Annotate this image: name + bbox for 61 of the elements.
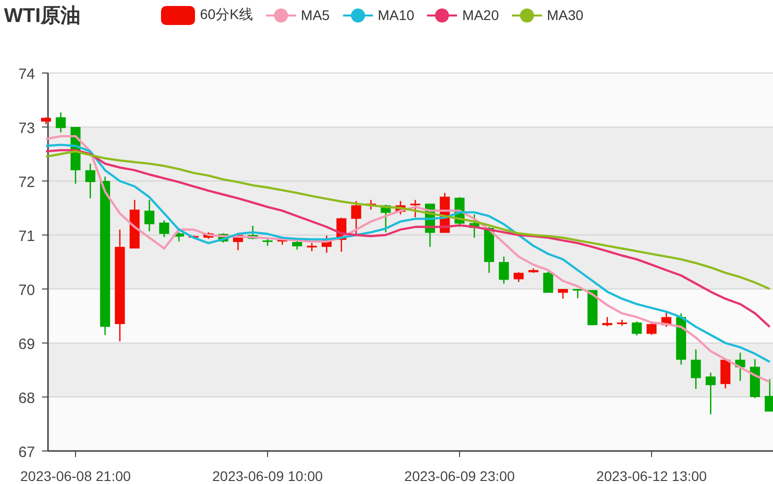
candlestick (70, 127, 81, 184)
legend-item[interactable]: MA5 (266, 6, 330, 24)
candlestick (425, 204, 436, 247)
axis-label: 2023-06-09 23:00 (404, 468, 515, 484)
candlestick (306, 243, 317, 252)
candlestick (410, 200, 420, 218)
candlestick (764, 379, 773, 412)
axis-label: 69 (18, 336, 35, 353)
axis-label: 2023-06-09 10:00 (212, 468, 323, 484)
axis-label: 72 (18, 174, 35, 191)
candlestick (351, 200, 362, 236)
candlestick (85, 164, 96, 198)
candlestick (735, 352, 746, 381)
candlestick (602, 317, 612, 326)
candlestick (248, 226, 258, 240)
candlestick (395, 200, 406, 214)
candlestick (661, 312, 672, 327)
candlestick (498, 256, 509, 284)
candlestick (572, 289, 583, 298)
axis-label: 71 (18, 228, 35, 245)
candlestick (322, 236, 332, 253)
candlestick (218, 233, 228, 243)
candlestick (174, 232, 184, 242)
axis-label: 70 (18, 282, 35, 299)
axis-label: 73 (18, 120, 35, 137)
candlestick (528, 268, 538, 273)
candlestick (203, 232, 214, 239)
candlestick (750, 359, 760, 398)
candlestick (366, 200, 376, 210)
candlestick (632, 321, 642, 336)
candlestick (617, 320, 628, 326)
candlestick (514, 272, 524, 282)
legend-item[interactable]: 60分K线 (161, 6, 253, 24)
candlestick (292, 241, 302, 250)
candlestick (144, 200, 154, 232)
legend-item[interactable]: MA30 (512, 6, 584, 24)
axis-label: 74 (18, 66, 35, 83)
chart-title: WTI原油 (4, 4, 82, 28)
candlestick (233, 234, 243, 250)
candlestick (706, 372, 716, 414)
candlestick (130, 200, 140, 248)
candlestick (188, 236, 199, 238)
axis-label: 68 (18, 390, 35, 407)
candlestick (336, 218, 346, 252)
candlestick (558, 289, 568, 299)
candlestick (690, 349, 701, 389)
candlestick (484, 226, 494, 273)
legend-item[interactable]: MA10 (342, 6, 414, 24)
axis-label: 2023-06-12 13:00 (596, 468, 707, 484)
candlestick (543, 272, 554, 293)
candlestick (380, 204, 391, 232)
legend-item[interactable]: MA20 (427, 6, 499, 24)
candlestick (159, 220, 170, 238)
candlestick (41, 117, 51, 124)
candlestick (56, 112, 66, 132)
axis-label: 67 (18, 444, 35, 461)
candlestick (469, 214, 480, 238)
candlestick (646, 322, 657, 335)
axis-label: 2023-06-08 21:00 (20, 468, 131, 484)
candlestick (262, 238, 273, 246)
candlestick (676, 313, 686, 365)
